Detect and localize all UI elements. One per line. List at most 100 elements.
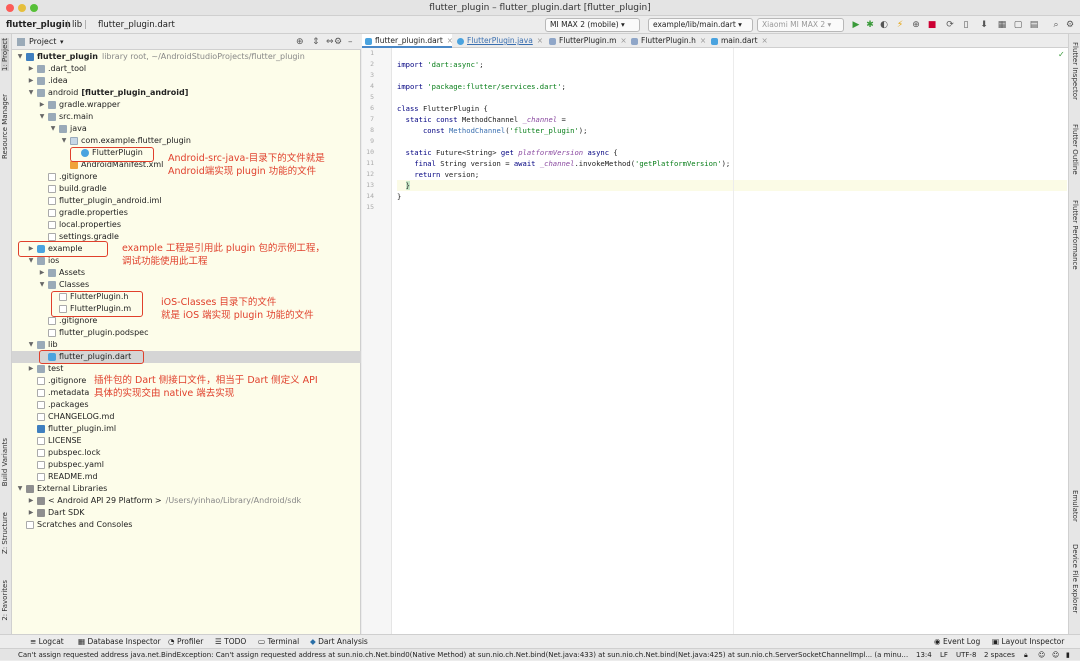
editor-tab-main-dart[interactable]: main.dart ×: [708, 34, 772, 48]
tool-tab-project[interactable]: 1: Project: [1, 38, 9, 71]
sdk-manager-icon[interactable]: ⬇: [978, 19, 990, 31]
tool-tab-flutter-inspector[interactable]: Flutter Inspector: [1071, 42, 1079, 100]
collapsed-arrow-icon[interactable]: ▶: [27, 63, 35, 75]
expanded-arrow-icon[interactable]: ▼: [16, 51, 24, 63]
inspector-face-icon[interactable]: ☺: [1038, 649, 1045, 661]
device-manager-icon[interactable]: ▢: [1012, 19, 1024, 31]
expanded-arrow-icon[interactable]: ▼: [27, 87, 35, 99]
lock-icon[interactable]: 🔒︎: [1024, 649, 1028, 661]
tree-item[interactable]: README.md: [12, 471, 361, 483]
memory-indicator-icon[interactable]: ▮: [1066, 649, 1070, 661]
tree-item[interactable]: gradle.properties: [12, 207, 361, 219]
project-view-dropdown-icon[interactable]: ▾: [60, 36, 64, 48]
search-icon[interactable]: ⌕: [1050, 19, 1062, 31]
project-panel-title[interactable]: Project: [29, 36, 56, 48]
close-tab-icon[interactable]: ×: [700, 36, 706, 45]
close-tab-icon[interactable]: ×: [537, 36, 543, 45]
avd-manager-icon[interactable]: ▯: [960, 19, 972, 31]
close-tab-icon[interactable]: ×: [620, 36, 626, 45]
indent-setting[interactable]: 2 spaces: [984, 649, 1015, 661]
attach-debugger-icon[interactable]: ⊕: [910, 19, 922, 31]
tree-item[interactable]: ▼ Classes: [12, 279, 361, 291]
device-selector[interactable]: MI MAX 2 (mobile) ▾: [545, 18, 640, 32]
run-icon[interactable]: ▶: [850, 19, 862, 31]
expanded-arrow-icon[interactable]: ▼: [38, 111, 46, 123]
tool-tab-structure[interactable]: Z: Structure: [1, 512, 9, 554]
event-log-tool-button[interactable]: ◉ Event Log: [934, 636, 980, 648]
stop-icon[interactable]: ■: [926, 19, 938, 31]
expanded-arrow-icon[interactable]: ▼: [49, 123, 57, 135]
tree-item[interactable]: ▶ .dart_tool: [12, 63, 361, 75]
tree-item[interactable]: flutter_plugin.iml: [12, 423, 361, 435]
notification-face-icon[interactable]: ☺: [1052, 649, 1059, 661]
expanded-arrow-icon[interactable]: ▼: [60, 135, 68, 147]
database-inspector-tool-button[interactable]: ▦ Database Inspector: [78, 636, 161, 648]
tree-item[interactable]: Scratches and Consoles: [12, 519, 361, 531]
tree-item[interactable]: ▼ flutter_plugin library root, ~/AndroidSt…: [12, 51, 361, 63]
tree-item[interactable]: flutter_plugin.podspec: [12, 327, 361, 339]
tool-tab-device-file-explorer[interactable]: Device File Explorer: [1071, 544, 1079, 613]
tree-item[interactable]: build.gradle: [12, 183, 361, 195]
zoom-window-button[interactable]: [30, 4, 38, 12]
tool-tab-resource-manager[interactable]: Resource Manager: [1, 94, 9, 159]
tree-item[interactable]: CHANGELOG.md: [12, 411, 361, 423]
logcat-tool-button[interactable]: ≡ Logcat: [30, 636, 64, 648]
profile-icon[interactable]: ◐: [878, 19, 890, 31]
profiler-tool-button[interactable]: ◔ Profiler: [168, 636, 203, 648]
inspection-ok-icon[interactable]: ✓: [1058, 50, 1065, 59]
hide-panel-icon[interactable]: –: [348, 36, 353, 48]
dart-analysis-tool-button[interactable]: ◆ Dart Analysis: [310, 636, 368, 648]
tree-item[interactable]: ▶ < Android API 29 Platform >/Users/yinha…: [12, 495, 361, 507]
line-separator[interactable]: LF: [940, 649, 948, 661]
layout-icon[interactable]: ▤: [1028, 19, 1040, 31]
tool-tab-flutter-performance[interactable]: Flutter Performance: [1071, 200, 1079, 270]
project-structure-icon[interactable]: ▦: [996, 19, 1008, 31]
tree-item[interactable]: ▶ Dart SDK: [12, 507, 361, 519]
tool-tab-build-variants[interactable]: Build Variants: [1, 438, 9, 486]
editor-tab-flutter-plugin-dart[interactable]: flutter_plugin.dart ×: [362, 34, 453, 48]
debug-icon[interactable]: ✱: [864, 19, 876, 31]
editor-tab-flutterplugin-m[interactable]: FlutterPlugin.m ×: [546, 34, 627, 48]
hot-reload-icon[interactable]: ⚡: [894, 19, 906, 31]
tree-item[interactable]: ▼ src.main: [12, 111, 361, 123]
tree-item[interactable]: ▼ com.example.flutter_plugin: [12, 135, 361, 147]
tree-item[interactable]: flutter_plugin_android.iml: [12, 195, 361, 207]
todo-tool-button[interactable]: ☰ TODO: [215, 636, 246, 648]
terminal-tool-button[interactable]: ▭ Terminal: [258, 636, 299, 648]
minimize-window-button[interactable]: [18, 4, 26, 12]
expanded-arrow-icon[interactable]: ▼: [38, 279, 46, 291]
tree-item[interactable]: ▼ External Libraries: [12, 483, 361, 495]
locate-icon[interactable]: ⊕: [296, 36, 304, 48]
tree-item[interactable]: local.properties: [12, 219, 361, 231]
tree-item[interactable]: ▶ gradle.wrapper: [12, 99, 361, 111]
expanded-arrow-icon[interactable]: ▼: [16, 483, 24, 495]
expand-all-icon[interactable]: ⇕: [312, 36, 320, 48]
tool-tab-flutter-outline[interactable]: Flutter Outline: [1071, 124, 1079, 175]
tree-item[interactable]: ▶ Assets: [12, 267, 361, 279]
breadcrumb-project[interactable]: flutter_plugin: [6, 19, 71, 31]
file-encoding[interactable]: UTF-8: [956, 649, 976, 661]
settings-icon[interactable]: ⚙: [1064, 19, 1076, 31]
breadcrumb-file[interactable]: flutter_plugin.dart: [98, 19, 175, 31]
emulator-selector[interactable]: Xiaomi MI MAX 2 ▾: [757, 18, 844, 32]
editor-tab-flutterplugin-h[interactable]: FlutterPlugin.h ×: [628, 34, 706, 48]
close-tab-icon[interactable]: ×: [762, 36, 768, 45]
sync-icon[interactable]: ⟳: [944, 19, 956, 31]
close-window-button[interactable]: [6, 4, 14, 12]
tree-item[interactable]: .packages: [12, 399, 361, 411]
tree-item[interactable]: ▼ android [flutter_plugin_android]: [12, 87, 361, 99]
caret-position[interactable]: 13:4: [916, 649, 932, 661]
tree-item[interactable]: pubspec.lock: [12, 447, 361, 459]
collapsed-arrow-icon[interactable]: ▶: [27, 495, 35, 507]
tree-item[interactable]: pubspec.yaml: [12, 459, 361, 471]
layout-inspector-tool-button[interactable]: ▣ Layout Inspector: [992, 636, 1064, 648]
tree-item[interactable]: ▶ .idea: [12, 75, 361, 87]
collapsed-arrow-icon[interactable]: ▶: [27, 75, 35, 87]
collapsed-arrow-icon[interactable]: ▶: [27, 507, 35, 519]
tool-tab-emulator[interactable]: Emulator: [1071, 490, 1079, 522]
editor-tab-flutterplugin-java[interactable]: FlutterPlugin.java ×: [454, 34, 544, 48]
collapse-all-icon[interactable]: ⇔: [326, 36, 334, 48]
tree-item[interactable]: ▼ java: [12, 123, 361, 135]
status-message[interactable]: Can't assign requested address java.net.…: [18, 649, 910, 661]
collapsed-arrow-icon[interactable]: ▶: [38, 267, 46, 279]
